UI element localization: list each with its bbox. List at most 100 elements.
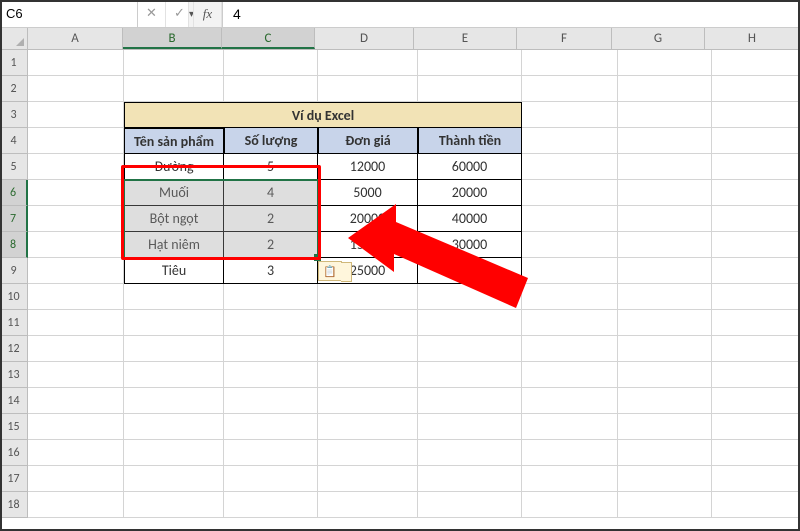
row-header-7[interactable]: 7 <box>0 206 28 232</box>
row-header-8[interactable]: 8 <box>0 232 28 258</box>
cell-D4[interactable]: Đơn giá <box>318 128 418 154</box>
fx-button[interactable]: fx <box>194 0 222 27</box>
cell-E4[interactable]: Thành tiền <box>418 128 522 154</box>
cell-C16[interactable] <box>224 440 318 466</box>
cell-E1[interactable] <box>418 50 522 76</box>
cell-C5[interactable]: 5 <box>224 154 318 180</box>
cell-E10[interactable] <box>418 284 522 310</box>
cell-C1[interactable] <box>224 50 318 76</box>
cell-B4[interactable]: Tên sản phẩm <box>124 128 224 154</box>
cell-D15[interactable] <box>318 414 418 440</box>
cell-D17[interactable] <box>318 466 418 492</box>
cell-C17[interactable] <box>224 466 318 492</box>
cell-G6[interactable] <box>618 180 712 206</box>
cell-D18[interactable] <box>318 492 418 518</box>
cell-B6[interactable]: Muối <box>124 180 224 206</box>
row-header-17[interactable]: 17 <box>0 466 28 492</box>
col-header-B[interactable]: B <box>123 28 222 49</box>
cell-G13[interactable] <box>618 362 712 388</box>
cell-G16[interactable] <box>618 440 712 466</box>
cell-G3[interactable] <box>618 102 712 128</box>
cell-H7[interactable] <box>712 206 800 232</box>
cell-A2[interactable] <box>28 76 124 102</box>
row-header-16[interactable]: 16 <box>0 440 28 466</box>
cell-F13[interactable] <box>522 362 618 388</box>
cell-H16[interactable] <box>712 440 800 466</box>
cell-A13[interactable] <box>28 362 124 388</box>
cell-F12[interactable] <box>522 336 618 362</box>
col-header-E[interactable]: E <box>414 28 517 49</box>
cell-B11[interactable] <box>124 310 224 336</box>
cell-H15[interactable] <box>712 414 800 440</box>
cell-G15[interactable] <box>618 414 712 440</box>
cell-H14[interactable] <box>712 388 800 414</box>
cell-H3[interactable] <box>712 102 800 128</box>
cell-F9[interactable] <box>522 258 618 284</box>
cell-B16[interactable] <box>124 440 224 466</box>
cell-B10[interactable] <box>124 284 224 310</box>
cell-H10[interactable] <box>712 284 800 310</box>
cancel-button[interactable]: ✕ <box>138 0 166 27</box>
row-header-9[interactable]: 9 <box>0 258 28 284</box>
cell-E17[interactable] <box>418 466 522 492</box>
cell-F18[interactable] <box>522 492 618 518</box>
cell-B13[interactable] <box>124 362 224 388</box>
cell-G17[interactable] <box>618 466 712 492</box>
row-header-6[interactable]: 6 <box>0 180 28 206</box>
cell-C18[interactable] <box>224 492 318 518</box>
cell-D14[interactable] <box>318 388 418 414</box>
cell-H12[interactable] <box>712 336 800 362</box>
row-header-2[interactable]: 2 <box>0 76 28 102</box>
row-header-15[interactable]: 15 <box>0 414 28 440</box>
cell-F16[interactable] <box>522 440 618 466</box>
row-header-14[interactable]: 14 <box>0 388 28 414</box>
cell-G12[interactable] <box>618 336 712 362</box>
cell-A9[interactable] <box>28 258 124 284</box>
paste-options-button[interactable]: 📋 <box>318 261 342 281</box>
row-header-11[interactable]: 11 <box>0 310 28 336</box>
cell-F7[interactable] <box>522 206 618 232</box>
cell-C12[interactable] <box>224 336 318 362</box>
cell-E18[interactable] <box>418 492 522 518</box>
cell-H6[interactable] <box>712 180 800 206</box>
cell-H13[interactable] <box>712 362 800 388</box>
cell-H1[interactable] <box>712 50 800 76</box>
row-header-10[interactable]: 10 <box>0 284 28 310</box>
cell-A18[interactable] <box>28 492 124 518</box>
row-header-5[interactable]: 5 <box>0 154 28 180</box>
cell-C9[interactable]: 3 <box>224 258 318 284</box>
cell-C15[interactable] <box>224 414 318 440</box>
cell-H11[interactable] <box>712 310 800 336</box>
cell-F15[interactable] <box>522 414 618 440</box>
cell-A17[interactable] <box>28 466 124 492</box>
cell-G1[interactable] <box>618 50 712 76</box>
cell-H18[interactable] <box>712 492 800 518</box>
cell-D16[interactable] <box>318 440 418 466</box>
col-header-F[interactable]: F <box>517 28 612 49</box>
cell-D6[interactable]: 5000 <box>318 180 418 206</box>
cell-G10[interactable] <box>618 284 712 310</box>
cell-B7[interactable]: Bột ngọt <box>124 206 224 232</box>
cell-A5[interactable] <box>28 154 124 180</box>
cell-B3[interactable]: Ví dụ Excel <box>124 102 522 128</box>
cell-B8[interactable]: Hạt niêm <box>124 232 224 258</box>
cell-F5[interactable] <box>522 154 618 180</box>
formula-input[interactable] <box>222 0 800 27</box>
cell-A12[interactable] <box>28 336 124 362</box>
cell-F2[interactable] <box>522 76 618 102</box>
cell-F1[interactable] <box>522 50 618 76</box>
cell-C10[interactable] <box>224 284 318 310</box>
cell-E7[interactable]: 40000 <box>418 206 522 232</box>
cell-B5[interactable]: Đường <box>124 154 224 180</box>
cell-H8[interactable] <box>712 232 800 258</box>
cell-G11[interactable] <box>618 310 712 336</box>
cell-E9[interactable]: 75000 <box>418 258 522 284</box>
cell-B9[interactable]: Tiêu <box>124 258 224 284</box>
cell-D10[interactable] <box>318 284 418 310</box>
col-header-A[interactable]: A <box>28 28 123 49</box>
cell-A16[interactable] <box>28 440 124 466</box>
cell-F11[interactable] <box>522 310 618 336</box>
col-header-D[interactable]: D <box>315 28 414 49</box>
cell-C14[interactable] <box>224 388 318 414</box>
cell-A1[interactable] <box>28 50 124 76</box>
